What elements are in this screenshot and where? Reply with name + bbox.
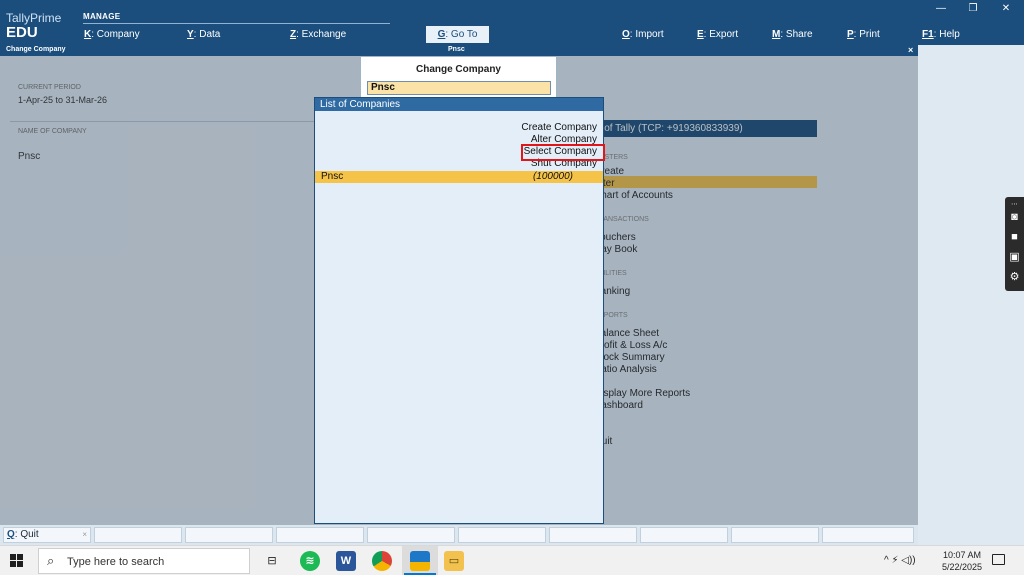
menu-data[interactable]: Y: Data (187, 29, 220, 40)
system-tray[interactable]: ^ ⚡ ◁)) (884, 555, 916, 566)
list-of-companies-header: List of Companies (315, 98, 603, 111)
screen-close-icon[interactable]: × (908, 45, 913, 55)
empty-button-slot (640, 527, 728, 543)
brand-edition: EDU (6, 24, 38, 41)
taskbar-clock[interactable]: 10:07 AM 5/22/2025 (938, 549, 986, 573)
empty-button-slot (458, 527, 546, 543)
windows-start-icon[interactable] (10, 554, 24, 568)
empty-button-slot (367, 527, 455, 543)
minimize-icon[interactable]: — (934, 3, 948, 15)
notification-icon[interactable] (992, 554, 1005, 565)
menu-help[interactable]: F1: Help (922, 29, 960, 40)
search-icon: ⌕ (47, 553, 55, 568)
task-view-icon[interactable]: ⊟ (262, 551, 282, 571)
empty-button-slot (822, 527, 914, 543)
video-icon[interactable]: ■ (1008, 231, 1021, 244)
capture-toolbar: ⋯ ◙ ■ ▣ ⚙ (1005, 197, 1024, 291)
screen-title: Change Company (6, 46, 66, 53)
tally-app-icon[interactable] (410, 551, 430, 571)
company-search-input[interactable]: Pnsc (367, 81, 551, 95)
menu-company[interactable]: K: Company (84, 29, 140, 40)
gallery-icon[interactable]: ▣ (1008, 251, 1021, 264)
quit-button[interactable]: Q: Quit × (3, 527, 91, 543)
highlight-box (521, 144, 605, 161)
company-title: Pnsc (448, 46, 465, 53)
gear-icon[interactable]: ⚙ (1008, 271, 1021, 284)
file-explorer-icon[interactable]: ▭ (444, 551, 464, 571)
menu-exchange[interactable]: Z: Exchange (290, 29, 346, 40)
top-bar: TallyPrime EDU MANAGE K: Company Y: Data… (0, 0, 1024, 45)
bottom-button-bar: Q: Quit × (0, 525, 918, 545)
goto-button[interactable]: G: Go To (426, 26, 489, 43)
screen-title-bar: Change Company Pnsc × (0, 45, 918, 56)
menu-print[interactable]: P: Print (847, 29, 880, 40)
camera-icon[interactable]: ◙ (1008, 211, 1021, 224)
company-row-name: Pnsc (321, 171, 344, 182)
manage-section-label: MANAGE (83, 12, 121, 21)
more-icon[interactable]: ⋯ (1008, 198, 1021, 211)
menu-import[interactable]: O: Import (622, 29, 664, 40)
spotify-icon[interactable]: ≋ (300, 551, 320, 571)
clock-date: 5/22/2025 (941, 562, 983, 572)
change-company-dialog: Change Company Pnsc (360, 56, 557, 98)
manage-divider (83, 23, 390, 24)
restore-icon[interactable]: ❐ (966, 3, 980, 15)
taskbar-search[interactable]: ⌕ Type here to search (38, 548, 250, 574)
company-row-number: (100000) (532, 171, 573, 182)
close-icon[interactable]: ✕ (999, 3, 1013, 15)
empty-button-slot (185, 527, 273, 543)
empty-button-slot (731, 527, 819, 543)
list-of-companies-panel: List of Companies Create Company Alter C… (314, 97, 605, 524)
menu-export[interactable]: E: Export (697, 29, 738, 40)
taskbar-search-placeholder: Type here to search (67, 556, 165, 568)
brand-name: TallyPrime (6, 11, 62, 25)
right-button-pane (918, 45, 1024, 545)
word-icon[interactable]: W (336, 551, 356, 571)
empty-button-slot (94, 527, 182, 543)
create-company-option[interactable]: Create Company (521, 122, 597, 133)
clock-time: 10:07 AM (942, 550, 982, 560)
menu-share[interactable]: M: Share (772, 29, 813, 40)
company-row[interactable]: Pnsc (100000) (315, 171, 603, 183)
empty-button-slot (549, 527, 637, 543)
chrome-icon[interactable] (372, 551, 392, 571)
windows-taskbar: ⌕ Type here to search ⊟ ≋ W ▭ ^ ⚡ ◁)) 10… (0, 545, 1024, 575)
empty-button-slot (276, 527, 364, 543)
change-company-title: Change Company (415, 64, 501, 75)
quit-close-icon: × (82, 530, 87, 539)
